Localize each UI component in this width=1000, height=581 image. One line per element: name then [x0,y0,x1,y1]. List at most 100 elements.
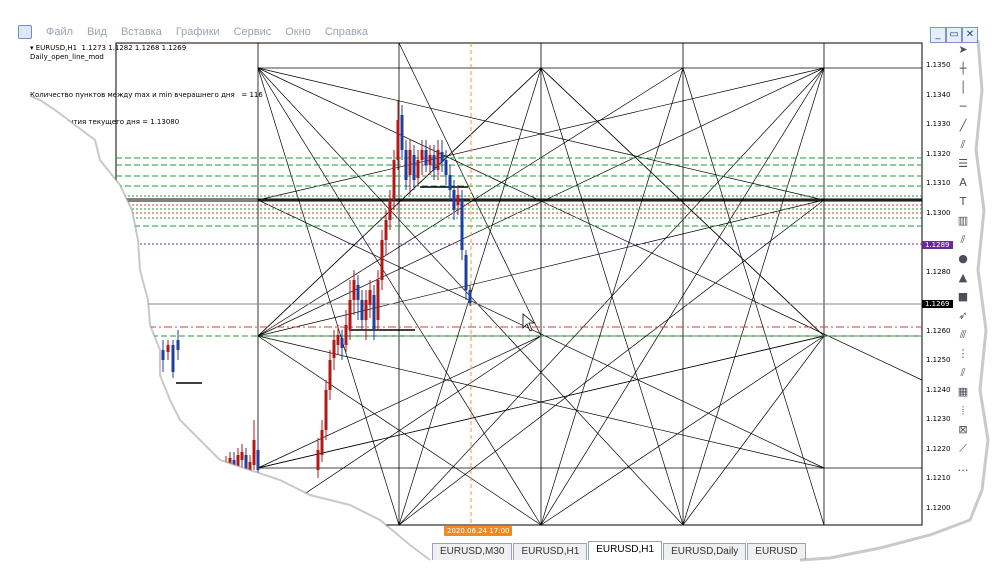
gann-fan-line [540,67,825,337]
menu-insert[interactable]: Вставка [121,26,162,38]
price-axis-label: 1.1220 [926,444,951,453]
trendline-icon[interactable]: ╱ [955,118,971,134]
candle-body [420,150,424,160]
price-axis-label: 1.1320 [926,149,951,158]
chart-header: ▾ EURUSD,H1 1.1273 1.1282 1.1268 1.1269 … [30,44,186,62]
tab-eurusd-h1[interactable]: EURUSD,H1 [513,543,588,560]
gann-fan-line [398,67,825,526]
minimize-button[interactable]: _ [930,27,946,43]
candle-body [408,150,412,175]
indicator-name: Daily_open_line_mod [30,53,104,61]
candle-body [340,338,344,348]
tab-eurusd-m30[interactable]: EURUSD,M30 [432,543,513,560]
app-icon [18,25,32,39]
candle-body [360,300,364,320]
cursor-icon[interactable]: ➤ [955,42,971,58]
candle-body [372,295,376,330]
vertical-line-icon[interactable]: │ [955,80,971,96]
candle-body [364,300,368,320]
candle-body [404,150,408,180]
indicator-stats: Количество пунктов между max и min вчера… [30,73,263,145]
gann-fan-line [540,67,825,526]
candle-body [171,345,175,372]
tab-eurusd-h1-active[interactable]: EURUSD,H1 [588,541,663,560]
horizontal-line-icon[interactable]: ─ [955,99,971,115]
candle-body [336,335,340,345]
candle-body [232,460,236,470]
cycles-icon[interactable]: ⋮ [955,346,971,362]
candle-body [424,150,428,165]
chart-tabs: EURUSD,M30 EURUSD,H1 EURUSD,H1 EURUSD,Da… [432,541,807,560]
menu-file[interactable]: Файл [46,26,73,38]
price-axis-label: 1.1330 [926,120,951,129]
candle-body [248,462,252,478]
candle-body [224,462,228,470]
menu-bar: Файл Вид Вставка Графики Сервис Окно Спр… [18,24,926,40]
fibo-arc-icon[interactable]: ⊠ [955,422,971,438]
label-icon[interactable]: T [955,194,971,210]
candle-body [432,155,436,170]
price-tag-current: 1.1269 [922,300,953,309]
price-axis-label: 1.1250 [926,356,951,365]
menu-view[interactable]: Вид [87,26,107,38]
symbol-line: ▾ EURUSD,H1 1.1273 1.1282 1.1268 1.1269 [30,44,187,52]
gann-fan-icon[interactable]: ⫽ [955,365,971,381]
candle-body [440,152,444,162]
menu-window[interactable]: Окно [285,26,311,38]
more-icon[interactable]: … [955,460,971,476]
tab-eurusd-more[interactable]: EURUSD [747,543,806,560]
candle-body [376,280,380,320]
price-tag-level: 1.1289 [922,241,953,250]
candle-body [460,200,464,250]
gann-line-icon[interactable]: ⟋ [955,441,971,457]
price-axis-label: 1.1300 [926,208,951,217]
pitchfork-icon[interactable]: ⫻ [955,327,971,343]
channel-icon[interactable]: ▥ [955,213,971,229]
fan-icon[interactable]: ⫽ [955,137,971,153]
menu-charts[interactable]: Графики [176,26,220,38]
triangle-icon[interactable]: ▲ [955,270,971,286]
price-axis-label: 1.1240 [926,385,951,394]
candle-body [396,120,400,160]
time-badge: 2020.06.24 17:00 [444,526,513,536]
price-axis-label: 1.1260 [926,326,951,335]
gann-grid-icon[interactable]: ▦ [955,384,971,400]
fibo-icon[interactable]: ☰ [955,156,971,172]
candle-body [328,360,332,390]
arrow-icon[interactable]: ➶ [955,308,971,324]
range-points-text: Количество пунктов между max и min вчера… [30,91,263,99]
candle-body [320,430,324,455]
candle-body [444,160,448,175]
price-axis-label: 1.1210 [926,474,951,483]
rectangle-icon[interactable]: ■ [955,289,971,305]
price-axis-label: 1.1310 [926,179,951,188]
open-price-text: Цена открытия текущего дня = 1.13080 [30,118,180,126]
price-axis-label: 1.1230 [926,415,951,424]
candle-body [228,458,232,465]
tab-eurusd-daily[interactable]: EURUSD,Daily [663,543,747,560]
mouse-pointer-icon [522,313,536,332]
price-axis-label: 1.1280 [926,267,951,276]
candle-body [436,150,440,170]
candle-body [352,280,356,300]
terminal-window: Файл Вид Вставка Графики Сервис Окно Спр… [0,0,1000,581]
fibo-time-icon[interactable]: ⦙ [955,403,971,419]
close-button[interactable]: ✕ [962,27,978,43]
crosshair-icon[interactable]: ┼ [955,61,971,77]
text-icon[interactable]: A [955,175,971,191]
candle-body [416,160,420,178]
candle-body [368,290,372,305]
restore-button[interactable]: ▭ [946,27,962,43]
candle-body [236,455,240,470]
menu-tools[interactable]: Сервис [234,26,272,38]
candle-body [448,175,452,190]
menu-help[interactable]: Справка [325,26,368,38]
candle-body [356,285,360,300]
candle-body [388,200,392,220]
candle-body [161,350,165,360]
ellipse-icon[interactable]: ● [955,251,971,267]
candle-body [166,345,170,352]
candle-body [316,450,320,470]
candle-body [332,340,336,358]
parallel-icon[interactable]: ⫽ [955,232,971,248]
